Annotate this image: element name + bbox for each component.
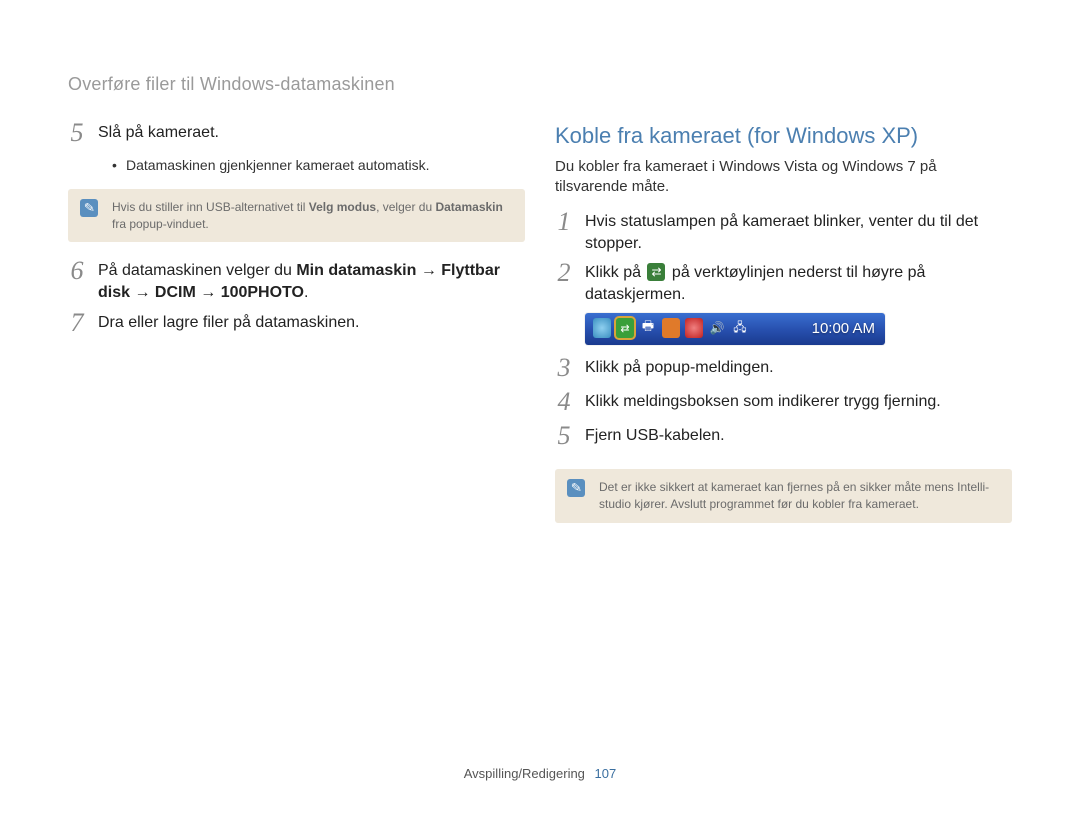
step-text: Fjern USB-kabelen.: [585, 425, 725, 447]
note-box-1: Hvis du stiller inn USB-alternativet til…: [68, 189, 525, 243]
note-icon: [80, 199, 98, 217]
tray-audio-icon: [708, 318, 726, 338]
tray-clock: 10:00 AM: [812, 313, 875, 345]
step-number: 2: [555, 260, 573, 286]
note-text: Det er ikke sikkert at kameraet kan fjer…: [599, 480, 989, 511]
tray-orange-icon: [662, 318, 680, 338]
step-number: 4: [555, 389, 573, 415]
tray-printer-icon: [639, 318, 657, 338]
step-6: 6 På datamaskinen velger du Min datamask…: [68, 260, 525, 303]
right-subtitle: Du kobler fra kameraet i Windows Vista o…: [555, 157, 1012, 198]
step-text: Slå på kameraet.: [98, 122, 219, 144]
safely-remove-icon: [647, 263, 665, 281]
r-step-2: 2 Klikk på på verktøylinjen nederst til …: [555, 262, 1012, 305]
step-text: Dra eller lagre filer på datamaskinen.: [98, 312, 359, 334]
note-icon: [567, 479, 585, 497]
step-text: Hvis statuslampen på kameraet blinker, v…: [585, 211, 1012, 254]
step-5-bullets: Datamaskinen gjenkjenner kameraet automa…: [112, 156, 525, 175]
tray-safely-remove-icon: [616, 318, 634, 338]
right-column: Koble fra kameraet (for Windows XP) Du k…: [555, 122, 1012, 541]
right-title: Koble fra kameraet (for Windows XP): [555, 122, 1012, 151]
tray-network-icon: [731, 318, 749, 338]
step-number: 5: [555, 423, 573, 449]
system-tray-image: 10:00 AM: [585, 313, 885, 345]
step-number: 3: [555, 355, 573, 381]
bullet-item: Datamaskinen gjenkjenner kameraet automa…: [112, 156, 525, 175]
r-step-4: 4 Klikk meldingsboksen som indikerer try…: [555, 391, 1012, 417]
page-number: 107: [595, 766, 617, 781]
step-text: Klikk meldingsboksen som indikerer trygg…: [585, 391, 941, 413]
step-text: På datamaskinen velger du Min datamaskin…: [98, 260, 525, 303]
step-number: 6: [68, 258, 86, 284]
page-footer: Avspilling/Redigering 107: [0, 766, 1080, 781]
tray-globe-icon: [593, 318, 611, 338]
step-5: 5 Slå på kameraet.: [68, 122, 525, 148]
tray-red-icon: [685, 318, 703, 338]
section-title: Overføre filer til Windows-datamaskinen: [68, 74, 395, 95]
step-text: Klikk på popup-meldingen.: [585, 357, 774, 379]
step-7: 7 Dra eller lagre filer på datamaskinen.: [68, 312, 525, 338]
step-text: Klikk på på verktøylinjen nederst til hø…: [585, 262, 1012, 305]
step-number: 5: [68, 120, 86, 146]
step-number: 1: [555, 209, 573, 235]
footer-label: Avspilling/Redigering: [464, 766, 585, 781]
r-step-5: 5 Fjern USB-kabelen.: [555, 425, 1012, 451]
note-box-2: Det er ikke sikkert at kameraet kan fjer…: [555, 469, 1012, 523]
r-step-3: 3 Klikk på popup-meldingen.: [555, 357, 1012, 383]
r-step-1: 1 Hvis statuslampen på kameraet blinker,…: [555, 211, 1012, 254]
left-column: 5 Slå på kameraet. Datamaskinen gjenkjen…: [68, 122, 525, 541]
note-text: Hvis du stiller inn USB-alternativet til…: [112, 200, 503, 231]
step-number: 7: [68, 310, 86, 336]
